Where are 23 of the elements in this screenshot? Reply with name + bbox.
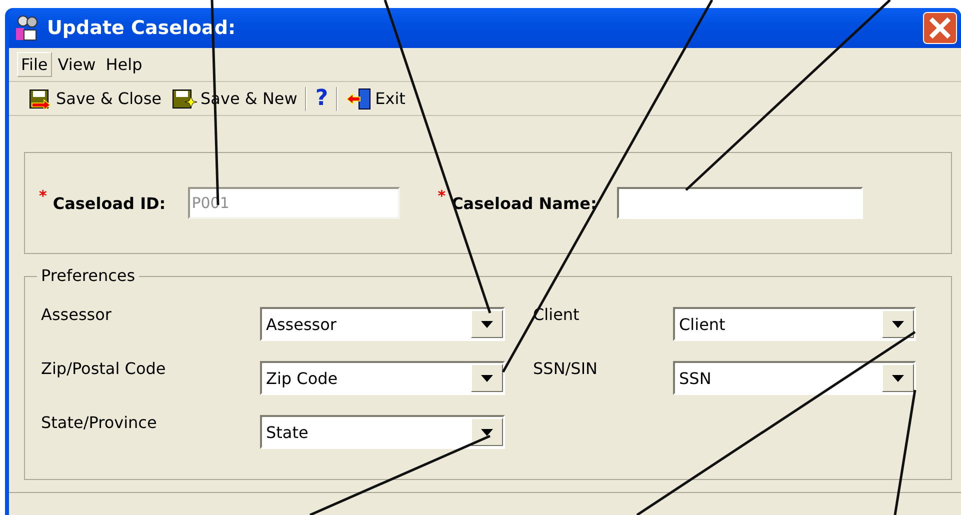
- caseload-id-label: Caseload ID:: [52, 194, 166, 212]
- field-label: Assessor: [41, 305, 112, 324]
- field-label: State/Province: [41, 413, 158, 432]
- save-close-button[interactable]: Save & Close: [27, 86, 164, 110]
- menu-item[interactable]: File: [17, 52, 52, 77]
- dropdown[interactable]: Client: [673, 307, 916, 341]
- save-new-icon: [172, 88, 198, 108]
- required-mark: *: [39, 187, 47, 205]
- exit-icon: [346, 88, 372, 110]
- required-mark: *: [438, 187, 446, 205]
- field-label: Zip/Postal Code: [41, 359, 167, 378]
- save-close-icon: [29, 88, 53, 108]
- dropdown[interactable]: SSN: [673, 361, 916, 395]
- caseload-name-field[interactable]: [616, 187, 863, 219]
- exit-button[interactable]: Exit: [344, 86, 408, 112]
- dropdown[interactable]: State: [260, 415, 505, 449]
- help-button[interactable]: ?: [313, 84, 330, 113]
- close-button[interactable]: [923, 12, 957, 44]
- dropdown[interactable]: Assessor: [260, 307, 505, 341]
- dropdown[interactable]: Zip Code: [260, 361, 505, 395]
- field-label: SSN/SIN: [533, 359, 599, 378]
- menu-item[interactable]: View: [54, 52, 100, 77]
- menu-item[interactable]: Help: [102, 52, 146, 77]
